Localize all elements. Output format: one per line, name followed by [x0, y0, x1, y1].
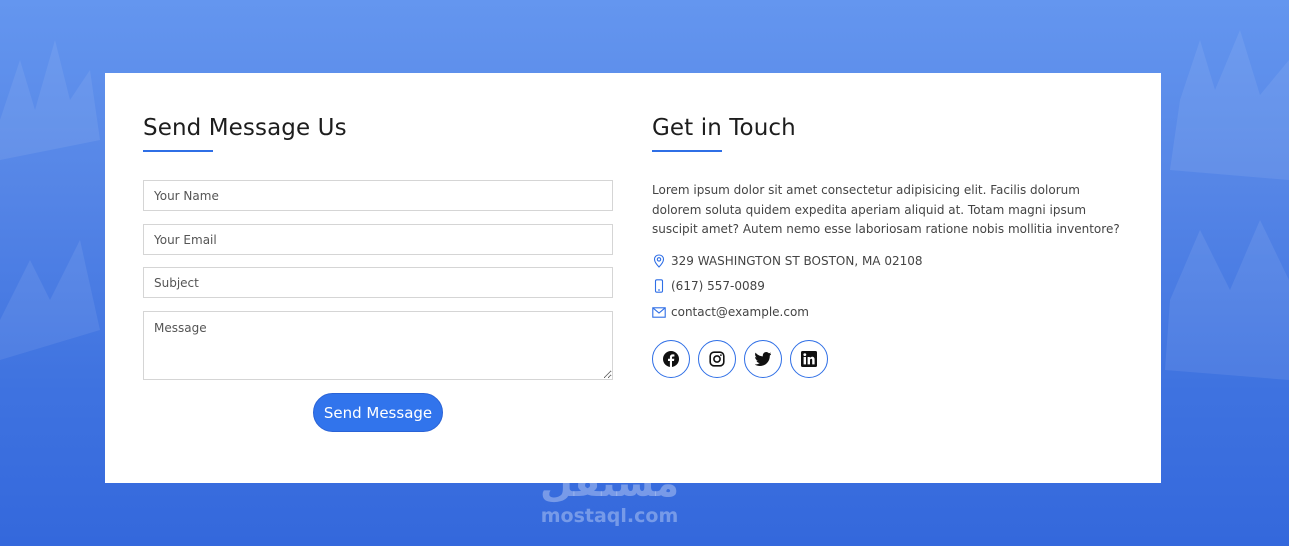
phone-text: (617) 557-0089	[671, 279, 765, 293]
instagram-button[interactable]	[698, 340, 736, 378]
linkedin-icon	[801, 351, 817, 367]
map-pin-icon	[652, 254, 666, 268]
contact-card: Send Message Us Send Message Get in Touc…	[105, 73, 1161, 483]
title-underline	[652, 150, 722, 152]
watermark-logo: مستقل	[540, 461, 679, 505]
address-row: 329 WASHINGTON ST BOSTON, MA 02108	[652, 252, 923, 270]
email-text: contact@example.com	[671, 305, 809, 319]
linkedin-button[interactable]	[790, 340, 828, 378]
phone-icon	[652, 279, 666, 293]
subject-input[interactable]	[143, 267, 613, 298]
twitter-button[interactable]	[744, 340, 782, 378]
email-input[interactable]	[143, 224, 613, 255]
get-in-touch-title: Get in Touch	[652, 115, 796, 141]
title-underline	[143, 150, 213, 152]
watermark-text: mostaql.com	[540, 505, 679, 527]
address-text: 329 WASHINGTON ST BOSTON, MA 02108	[671, 254, 923, 268]
name-input[interactable]	[143, 180, 613, 211]
email-row: contact@example.com	[652, 303, 809, 321]
facebook-button[interactable]	[652, 340, 690, 378]
twitter-icon	[755, 352, 771, 366]
send-message-button[interactable]: Send Message	[313, 393, 443, 432]
watermark: مستقل mostaql.com	[0, 462, 1289, 528]
send-message-title: Send Message Us	[143, 115, 347, 141]
envelope-icon	[652, 305, 666, 319]
intro-text: Lorem ipsum dolor sit amet consectetur a…	[652, 183, 1120, 236]
instagram-icon	[709, 351, 725, 367]
social-links	[652, 340, 828, 378]
phone-row: (617) 557-0089	[652, 277, 765, 295]
message-textarea[interactable]	[143, 311, 613, 380]
facebook-icon	[663, 351, 679, 367]
